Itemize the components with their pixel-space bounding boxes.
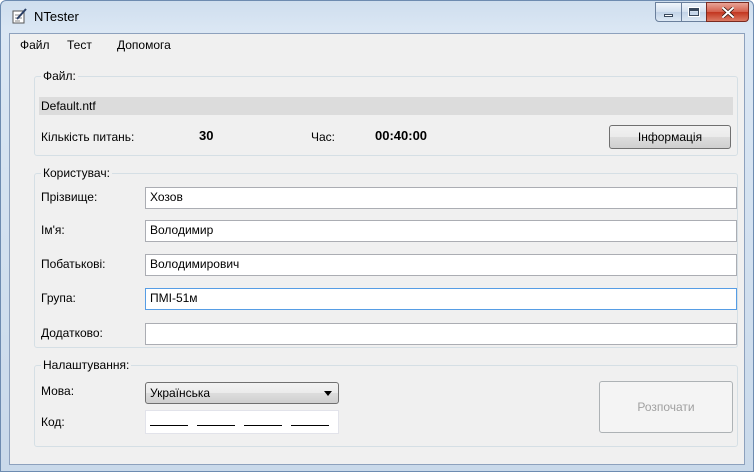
user-group: Користувач: Прізвище: Хозов Ім'я: Володи… [34, 166, 738, 348]
minimize-button[interactable] [655, 2, 682, 22]
title-bar[interactable]: NTester [1, 1, 753, 33]
patronymic-label: Побатькові: [41, 257, 106, 271]
surname-input[interactable]: Хозов [145, 187, 737, 209]
firstname-input[interactable]: Володимир [145, 220, 737, 242]
file-group-title: Файл: [41, 69, 78, 83]
time-value: 00:40:00 [375, 128, 428, 143]
info-button[interactable]: Інформація [609, 125, 731, 149]
close-icon [721, 6, 734, 18]
window-title: NTester [34, 9, 79, 24]
start-button[interactable]: Розпочати [599, 381, 733, 433]
code-input[interactable] [145, 410, 339, 434]
additional-label: Додатково: [41, 326, 103, 340]
chevron-down-icon [324, 391, 332, 396]
minimize-icon [664, 14, 673, 17]
close-button[interactable] [706, 2, 749, 22]
user-group-title: Користувач: [41, 166, 112, 180]
additional-input[interactable] [145, 323, 737, 345]
code-label: Код: [41, 415, 65, 429]
app-window: NTester Файл Тест Допомога Файл: Default… [0, 0, 754, 472]
menu-test[interactable]: Тест [63, 37, 96, 53]
code-slot-3 [244, 425, 282, 426]
menu-bar: Файл Тест Допомога [10, 34, 744, 56]
code-slot-4 [291, 425, 329, 426]
settings-group: Налаштування: Мова: Українська Код: Розп… [34, 358, 738, 447]
notepad-pencil-icon [12, 8, 27, 24]
questions-value: 30 [199, 128, 214, 143]
maximize-button[interactable] [681, 2, 707, 22]
code-slot-2 [197, 425, 235, 426]
language-select[interactable]: Українська [145, 382, 339, 404]
settings-group-title: Налаштування: [41, 358, 132, 372]
client-area: Файл Тест Допомога Файл: Default.ntf Кіл… [9, 33, 745, 465]
group-label: Група: [41, 291, 76, 305]
language-label: Мова: [41, 384, 75, 398]
menu-help[interactable]: Допомога [113, 37, 175, 53]
menu-file[interactable]: Файл [16, 37, 54, 53]
patronymic-input[interactable]: Володимирович [145, 254, 737, 276]
surname-label: Прізвище: [41, 190, 98, 204]
code-slot-1 [150, 425, 188, 426]
firstname-label: Ім'я: [41, 223, 65, 237]
maximize-icon [688, 7, 700, 17]
filename-display: Default.ntf [39, 97, 733, 115]
file-group: Файл: Default.ntf Кількість питань: 30 Ч… [34, 69, 738, 156]
group-input[interactable]: ПМІ-51м [145, 288, 737, 310]
questions-label: Кількість питань: [41, 130, 135, 144]
language-select-value: Українська [150, 386, 211, 400]
time-label: Час: [311, 130, 336, 144]
